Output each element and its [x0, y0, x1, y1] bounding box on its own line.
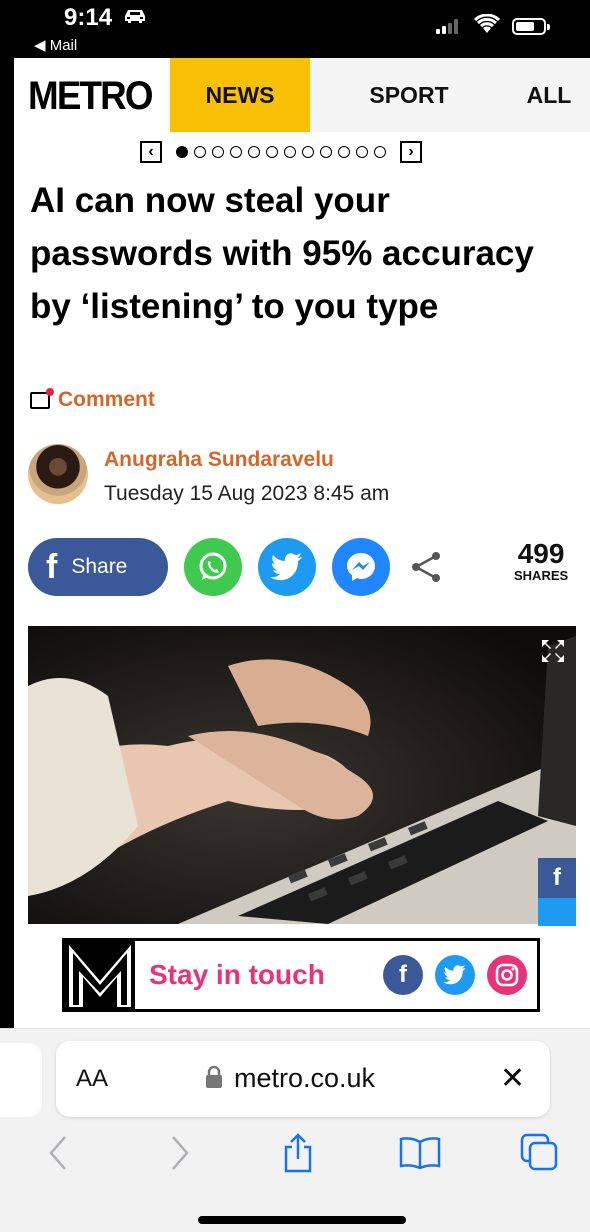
laptop-typing-photo: [28, 626, 576, 924]
wifi-icon: [473, 13, 501, 39]
messenger-icon: [347, 553, 375, 581]
follow-instagram-icon[interactable]: [487, 955, 527, 995]
lock-icon: [204, 1065, 224, 1094]
follow-facebook-icon[interactable]: f: [383, 955, 423, 995]
url-text[interactable]: metro.co.uk: [234, 1063, 375, 1094]
home-indicator[interactable]: [198, 1216, 406, 1224]
bookmarks-icon[interactable]: [396, 1129, 444, 1177]
tab-news[interactable]: NEWS: [170, 58, 310, 132]
address-bar[interactable]: AA metro.co.uk ✕: [56, 1041, 550, 1117]
back-to-mail-link[interactable]: ◀ Mail: [34, 36, 77, 54]
carousel-dot[interactable]: [176, 146, 188, 158]
status-bar: 9:14 ◀ Mail: [0, 0, 590, 58]
carousel-dot[interactable]: [230, 146, 242, 158]
publish-date: Tuesday 15 Aug 2023 8:45 am: [104, 482, 390, 505]
carousel-dot[interactable]: [248, 146, 260, 158]
stay-in-touch-banner[interactable]: Stay in touch f: [62, 938, 540, 1012]
comment-link[interactable]: Comment: [30, 387, 155, 412]
close-icon[interactable]: ✕: [500, 1061, 525, 1096]
carousel-dot[interactable]: [194, 146, 206, 158]
carousel-dot[interactable]: [356, 146, 368, 158]
facebook-share-button[interactable]: f Share: [28, 538, 168, 596]
carousel-prev-button[interactable]: ‹: [140, 141, 162, 163]
whatsapp-icon: [199, 552, 227, 580]
cellular-signal-icon: [436, 18, 458, 34]
comment-label: Comment: [58, 388, 155, 411]
share-count-label: SHARES: [514, 568, 569, 583]
twitter-share-button[interactable]: [258, 538, 316, 596]
carousel-next-button[interactable]: ›: [400, 141, 422, 163]
facebook-icon: f: [46, 547, 58, 586]
tabs-icon[interactable]: [516, 1129, 564, 1177]
metro-m-logo: [65, 941, 135, 1009]
forward-arrow-icon[interactable]: [156, 1129, 204, 1177]
twitter-bird-icon: [270, 553, 302, 581]
article-headline: AI can now steal your passwords with 95%…: [30, 181, 534, 326]
article-page: METRO NEWS SPORT ALL ‹ › AI can now stea…: [14, 58, 590, 1028]
browser-toolbar: AA metro.co.uk ✕: [0, 1028, 590, 1232]
tab-all[interactable]: ALL: [508, 58, 590, 132]
messenger-share-button[interactable]: [332, 538, 390, 596]
clock: 9:14: [64, 4, 113, 31]
story-carousel: ‹ ›: [140, 138, 422, 166]
comment-icon: [30, 387, 54, 409]
stay-in-touch-label: Stay in touch: [149, 959, 325, 990]
carousel-dot[interactable]: [374, 146, 386, 158]
carousel-dot[interactable]: [284, 146, 296, 158]
facebook-share-label: Share: [71, 555, 128, 578]
article-hero-image[interactable]: [28, 626, 576, 924]
carousel-dot[interactable]: [302, 146, 314, 158]
share-icon[interactable]: [274, 1129, 322, 1177]
car-icon: [122, 8, 148, 29]
sticky-twitter-button[interactable]: [538, 898, 576, 926]
share-count-number: 499: [517, 538, 565, 569]
previous-tab-preview[interactable]: [0, 1043, 42, 1117]
carousel-dots: [176, 146, 386, 158]
back-arrow-icon[interactable]: [34, 1129, 82, 1177]
expand-image-icon[interactable]: [540, 638, 566, 669]
share-count: 499 SHARES: [514, 538, 569, 584]
carousel-dot[interactable]: [320, 146, 332, 158]
carousel-dot[interactable]: [338, 146, 350, 158]
tab-sport[interactable]: SPORT: [310, 58, 508, 132]
reader-options-button[interactable]: AA: [76, 1065, 108, 1093]
follow-twitter-icon[interactable]: [435, 955, 475, 995]
top-nav: METRO NEWS SPORT ALL: [14, 58, 590, 132]
sticky-facebook-button[interactable]: f: [538, 858, 576, 898]
carousel-dot[interactable]: [266, 146, 278, 158]
metro-logo[interactable]: METRO: [28, 74, 154, 119]
battery-icon: [512, 18, 550, 35]
author-name[interactable]: Anugraha Sundaravelu: [104, 448, 334, 472]
whatsapp-share-button[interactable]: [184, 538, 242, 596]
carousel-dot[interactable]: [212, 146, 224, 158]
author-avatar[interactable]: [28, 444, 88, 504]
share-more-icon[interactable]: [410, 550, 444, 589]
